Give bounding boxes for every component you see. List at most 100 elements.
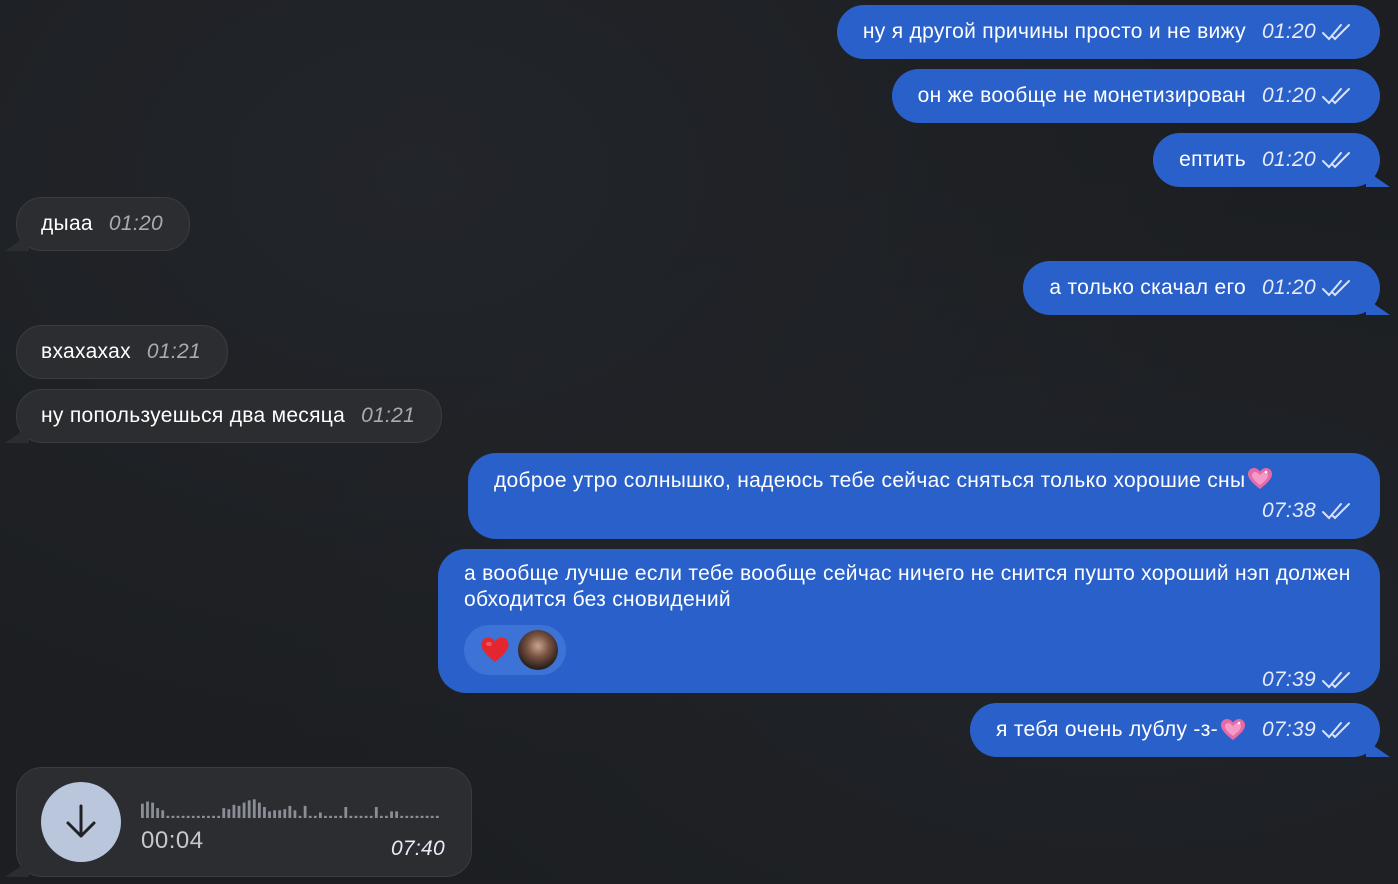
red-heart-icon: [481, 637, 509, 662]
message-text: доброе утро солнышко, надеюсь тебе сейча…: [494, 469, 1246, 492]
message-time-text: 01:20: [1261, 148, 1316, 171]
message-time: 07:39: [1262, 717, 1352, 743]
message-time: 01:20: [1262, 147, 1352, 173]
waveform-bar: [273, 810, 276, 818]
message-bubble-incoming[interactable]: ну попользуешься два месяца 01:21: [16, 389, 443, 443]
waveform-bar: [425, 815, 429, 818]
waveform-bar: [420, 815, 424, 818]
waveform-bar: [217, 815, 221, 818]
double-check-icon: [1322, 503, 1350, 520]
message-time-text: 07:39: [1261, 668, 1316, 691]
avatar: [518, 630, 558, 670]
message-text: ну я другой причины просто и не вижу: [862, 20, 1246, 43]
waveform-bar: [339, 815, 343, 818]
waveform-bar: [207, 815, 210, 818]
waveform-bar: [151, 802, 154, 818]
reaction-pill[interactable]: [464, 625, 566, 675]
sparkling-heart-icon: [1220, 719, 1245, 740]
waveform-bar: [156, 808, 160, 818]
waveform-bar: [313, 815, 317, 818]
message-bubble-outgoing[interactable]: ну я другой причины просто и не вижу 01:…: [836, 5, 1380, 59]
message-bubble-incoming[interactable]: дыаа 01:20: [16, 197, 190, 251]
waveform-bar: [242, 802, 246, 818]
message-time: 01:20: [1262, 19, 1352, 45]
message-time: 01:20: [108, 212, 163, 235]
message-bubble-incoming[interactable]: вхахахах 01:21: [16, 325, 228, 379]
waveform-bar: [146, 801, 149, 818]
message-bubble-outgoing[interactable]: ептить 01:20: [1153, 133, 1380, 187]
waveform-bar: [171, 815, 175, 818]
waveform-bar: [237, 805, 241, 818]
waveform-bar: [405, 815, 409, 818]
message-bubble-outgoing[interactable]: я тебя очень лублу -з- 07:39: [970, 703, 1380, 757]
message-text: вхахахах: [41, 340, 131, 363]
waveform-bar: [227, 809, 231, 818]
waveform-bar: [186, 815, 190, 818]
message-time-text: 07:38: [1261, 499, 1316, 522]
waveform-bar: [166, 815, 170, 818]
voice-duration: 00:04: [141, 827, 204, 854]
waveform-bar: [288, 805, 292, 818]
waveform-bar: [212, 815, 215, 818]
waveform-bar: [374, 807, 378, 818]
double-check-icon: [1322, 88, 1350, 105]
message-text: ну попользуешься два месяца: [41, 404, 346, 427]
message-bubble-outgoing[interactable]: а вообще лучше если тебе вообще сейчас н…: [438, 549, 1380, 693]
double-check-icon: [1322, 722, 1350, 739]
voice-message-bubble[interactable]: 00:04 07:40: [16, 767, 472, 877]
double-check-icon: [1322, 152, 1350, 169]
waveform-bar: [202, 815, 205, 818]
waveform-bar: [263, 807, 266, 818]
message-time-text: 01:20: [1261, 276, 1316, 299]
waveform-bar: [430, 815, 434, 818]
message-text: а только скачал его: [1049, 276, 1246, 299]
message-time: 01:20: [1262, 83, 1352, 109]
waveform-bar: [364, 815, 368, 818]
message-time: 07:40: [390, 837, 445, 860]
message-bubble-outgoing[interactable]: он же вообще не монетизирован 01:20: [891, 69, 1380, 123]
waveform-bar: [303, 805, 307, 818]
message-text: он же вообще не монетизирован: [917, 84, 1246, 107]
waveform-bar: [400, 815, 404, 818]
waveform-bar: [435, 815, 439, 818]
message-time: 01:21: [146, 340, 201, 363]
waveform-bar: [415, 815, 419, 818]
waveform-bar: [395, 811, 399, 818]
message-time-text: 01:20: [1261, 84, 1316, 107]
waveform-bar: [247, 800, 251, 818]
waveform-bar: [344, 807, 348, 818]
waveform-bar: [252, 799, 256, 818]
waveform-bar: [222, 808, 226, 818]
waveform-bar: [232, 804, 236, 818]
waveform-bar: [141, 803, 144, 818]
waveform-bar: [298, 815, 302, 818]
message-text: ептить: [1179, 148, 1246, 171]
message-time: 01:20: [1262, 275, 1352, 301]
waveform-bar: [369, 815, 373, 818]
message-bubble-outgoing[interactable]: доброе утро солнышко, надеюсь тебе сейча…: [468, 453, 1380, 539]
waveform-bar: [334, 815, 338, 818]
waveform-bar: [324, 815, 327, 818]
waveform-bar: [329, 815, 332, 818]
message-text: я тебя очень лублу -з-: [996, 718, 1218, 741]
waveform-bar: [181, 815, 185, 818]
waveform-bar: [278, 810, 282, 818]
waveform-bar: [257, 802, 261, 818]
message-time: 07:38: [1262, 498, 1352, 524]
message-time-text: 01:20: [1261, 20, 1316, 43]
voice-waveform[interactable]: [141, 794, 441, 820]
message-bubble-outgoing[interactable]: а только скачал его 01:20: [1023, 261, 1380, 315]
waveform-bar: [308, 815, 312, 818]
message-time: 07:39: [1262, 667, 1352, 693]
waveform-bar: [318, 812, 322, 818]
waveform-bar: [379, 815, 383, 818]
waveform-bar: [349, 815, 353, 818]
waveform-bar: [283, 809, 287, 818]
waveform-bar: [359, 815, 363, 818]
download-voice-button[interactable]: [41, 782, 121, 862]
sparkling-heart-icon: [1248, 468, 1273, 489]
waveform-bar: [196, 815, 200, 818]
waveform-bar: [176, 815, 180, 818]
waveform-bar: [354, 815, 358, 818]
waveform-bar: [268, 811, 271, 818]
